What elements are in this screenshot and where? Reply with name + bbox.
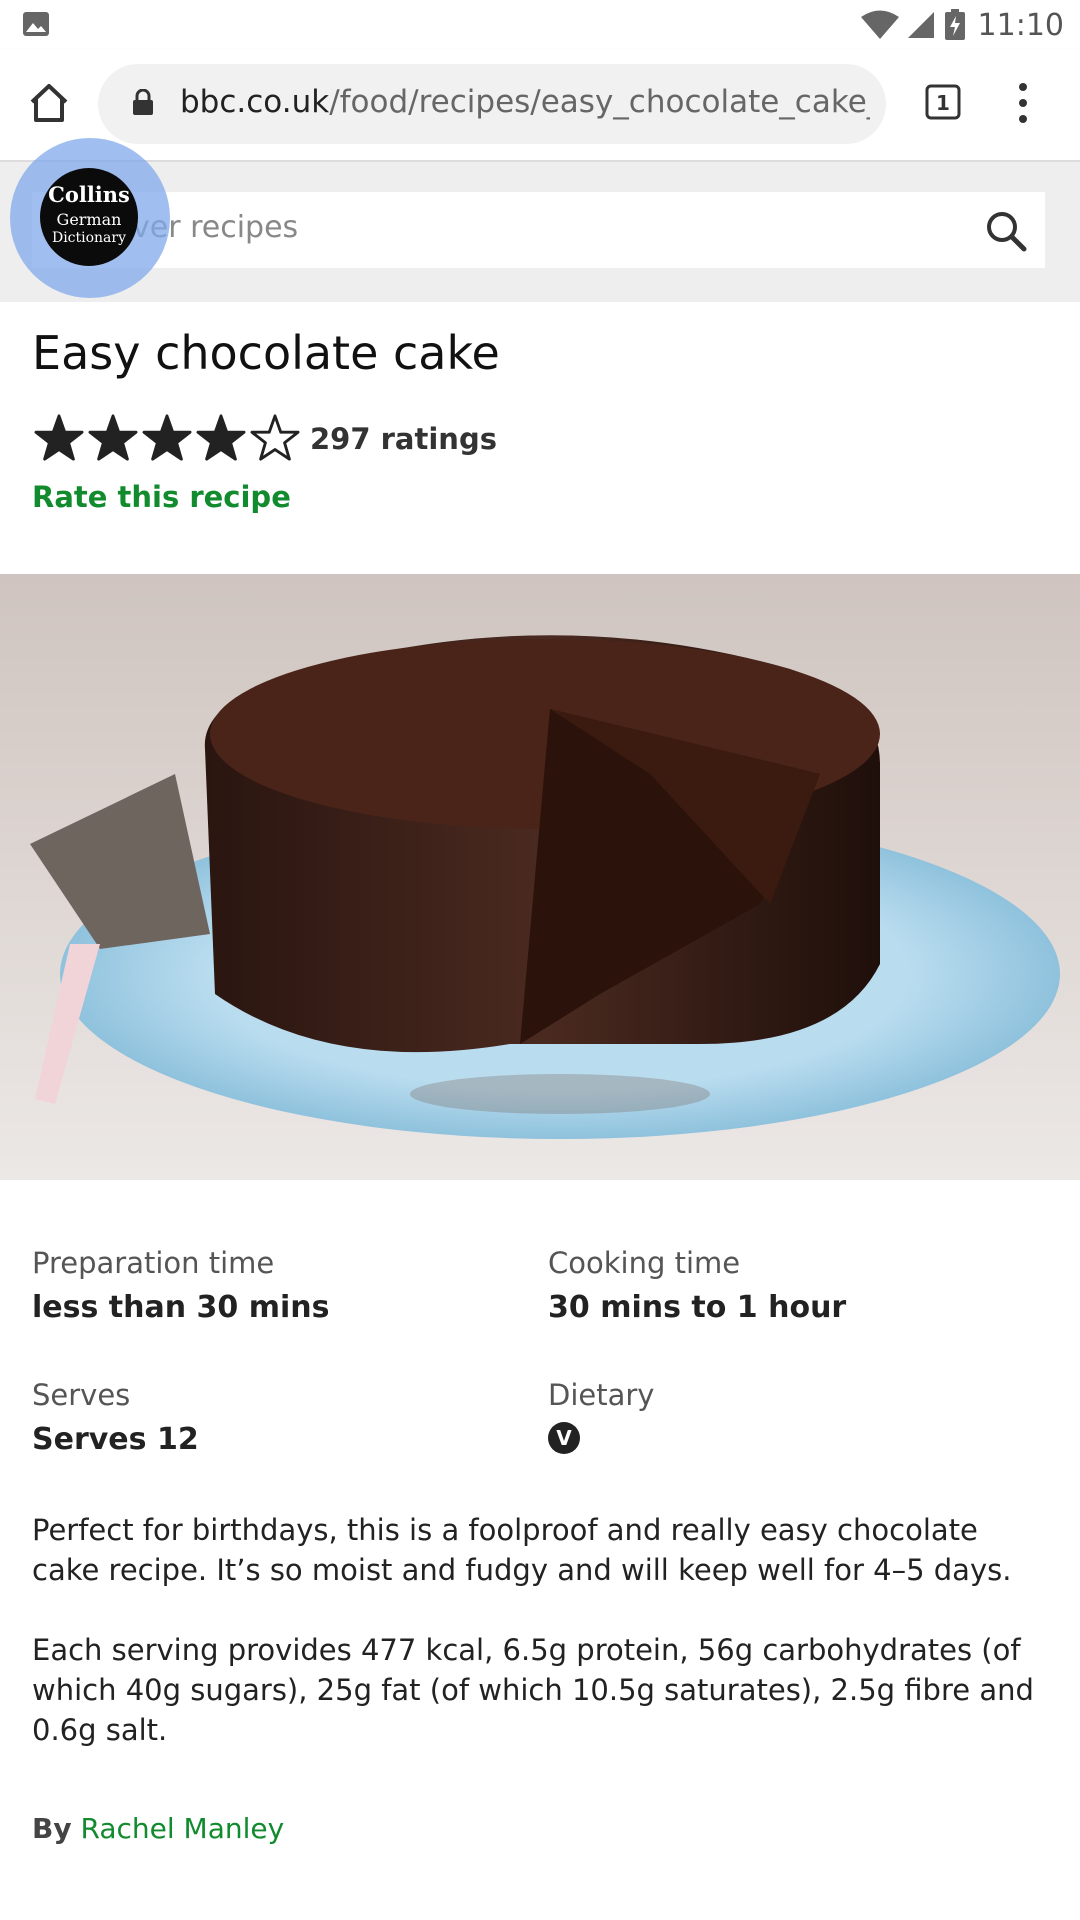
star-filled-icon bbox=[88, 414, 138, 461]
overflow-menu-icon[interactable] bbox=[1010, 80, 1036, 126]
gallery-icon bbox=[23, 12, 49, 36]
nutrition-info: Each serving provides 477 kcal, 6.5g pro… bbox=[32, 1633, 1034, 1747]
collins-line2: German bbox=[56, 210, 122, 229]
url-domain: bbc.co.uk bbox=[180, 84, 330, 120]
signal-icon bbox=[907, 12, 934, 38]
cook-time-value: 30 mins to 1 hour bbox=[548, 1290, 847, 1325]
by-label: By bbox=[32, 1812, 72, 1845]
recipe-title: Easy chocolate cake bbox=[32, 326, 500, 380]
star-filled-icon bbox=[196, 414, 246, 461]
wifi-icon bbox=[860, 10, 899, 39]
serves-label: Serves bbox=[32, 1378, 131, 1412]
star-filled-icon bbox=[142, 414, 192, 461]
home-icon[interactable] bbox=[26, 80, 72, 126]
collins-line1: Collins bbox=[48, 182, 130, 207]
url-path: /food/recipes/easy_chocolate_cake_31 bbox=[329, 84, 870, 120]
recipe-hero-image bbox=[0, 574, 1080, 1180]
star-filled-icon bbox=[34, 414, 84, 461]
star-empty-icon bbox=[250, 414, 300, 461]
collins-line3: Dictionary bbox=[51, 230, 127, 246]
tab-switcher-icon[interactable]: 1 bbox=[925, 84, 961, 120]
byline: By Rachel Manley bbox=[32, 1812, 284, 1845]
status-bar: 11:10 bbox=[0, 0, 1080, 50]
url-bar[interactable]: bbc.co.uk/food/recipes/easy_chocolate_ca… bbox=[98, 64, 886, 144]
prep-time-value: less than 30 mins bbox=[32, 1290, 330, 1325]
lock-icon bbox=[133, 89, 153, 115]
vegetarian-icon[interactable]: V bbox=[548, 1422, 580, 1454]
battery-icon bbox=[944, 9, 965, 40]
search-icon[interactable] bbox=[985, 210, 1027, 252]
browser-toolbar: bbc.co.uk/food/recipes/easy_chocolate_ca… bbox=[0, 50, 1080, 162]
recipe-search-input[interactable]: ver recipes bbox=[32, 192, 1045, 268]
prep-time-label: Preparation time bbox=[32, 1246, 275, 1280]
recipe-description: Perfect for birthdays, this is a foolpro… bbox=[32, 1513, 1012, 1587]
dietary-label: Dietary bbox=[548, 1378, 655, 1412]
ratings-count: 297 ratings bbox=[310, 422, 497, 456]
rating-stars bbox=[32, 414, 302, 462]
collins-dictionary-logo[interactable]: Collins German Dictionary bbox=[40, 168, 138, 266]
url-text[interactable]: bbc.co.uk/food/recipes/easy_chocolate_ca… bbox=[180, 84, 870, 120]
serves-value: Serves 12 bbox=[32, 1422, 199, 1457]
cook-time-label: Cooking time bbox=[548, 1246, 741, 1280]
author-link[interactable]: Rachel Manley bbox=[81, 1812, 285, 1845]
rate-recipe-link[interactable]: Rate this recipe bbox=[32, 480, 291, 514]
status-time: 11:10 bbox=[977, 7, 1064, 43]
tab-count: 1 bbox=[936, 91, 950, 115]
